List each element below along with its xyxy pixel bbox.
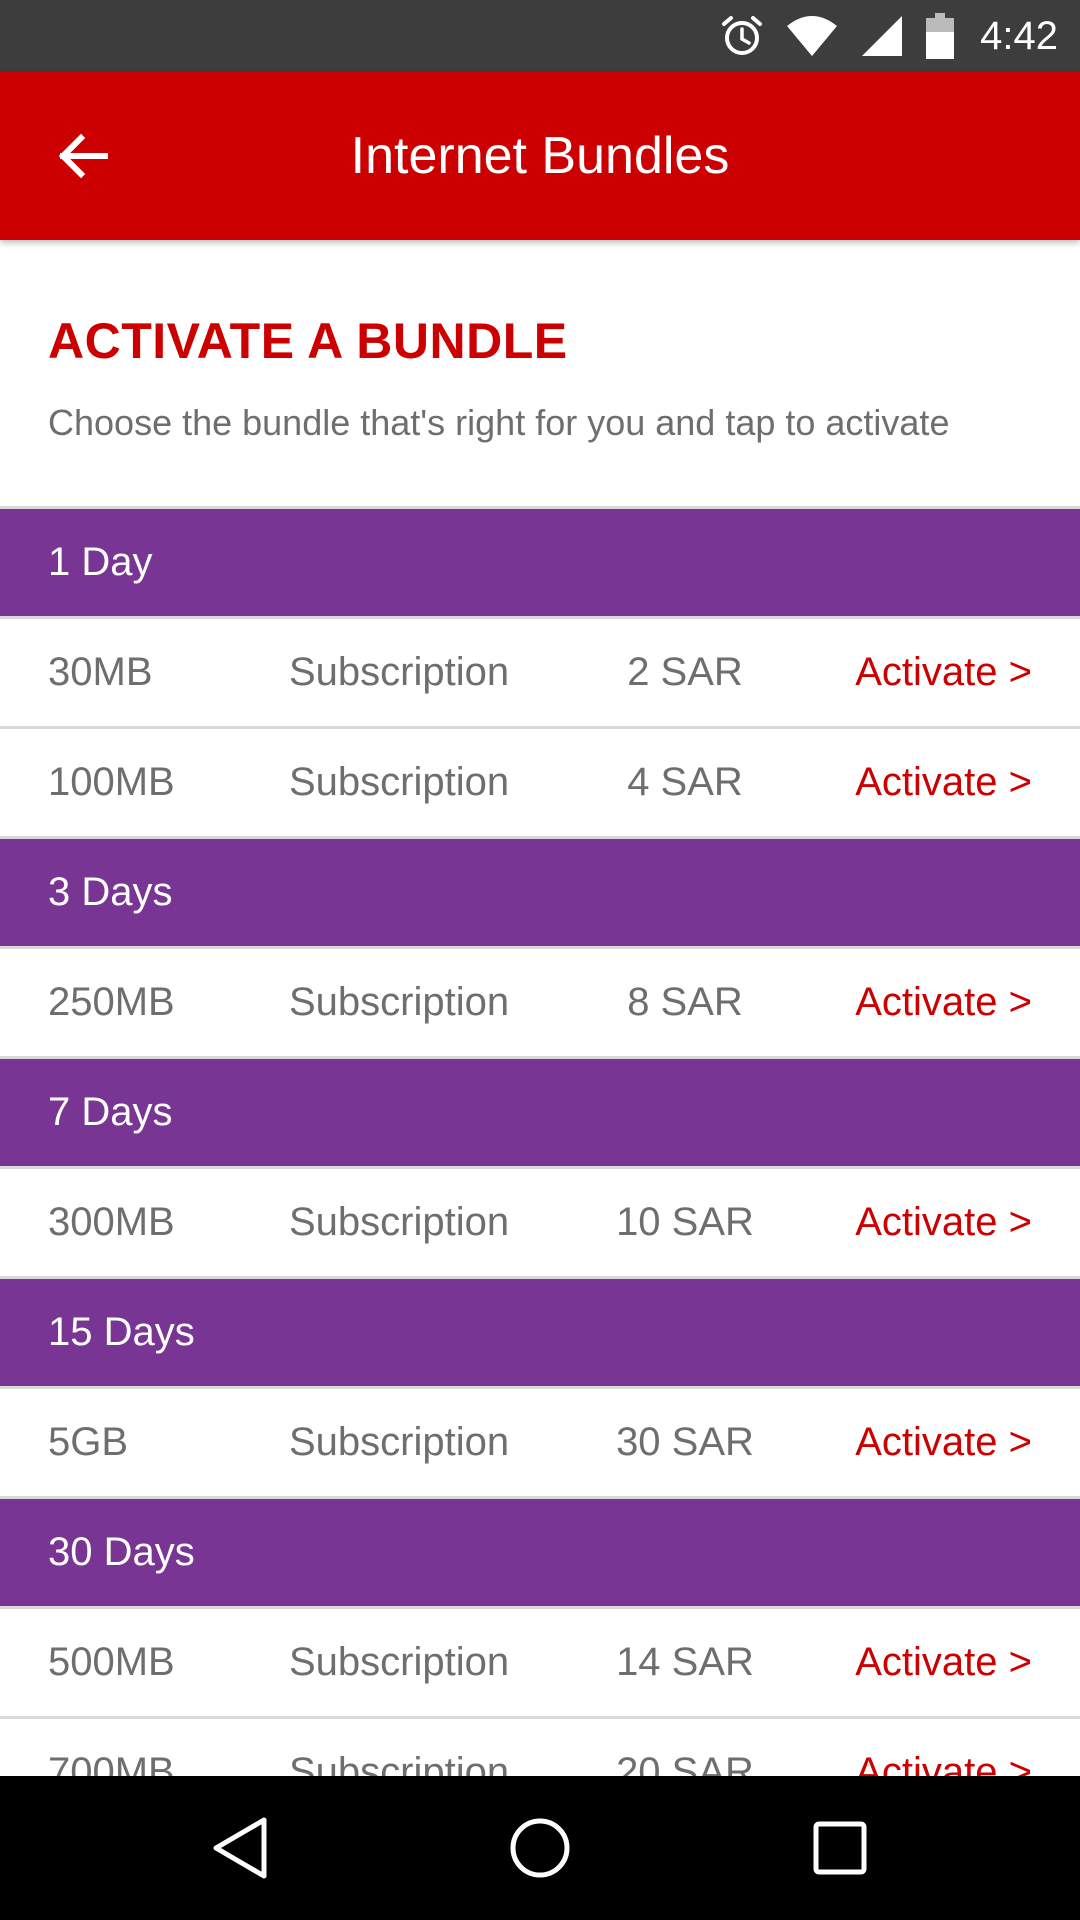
- battery-icon: [926, 13, 955, 59]
- group-header: 30 Days: [0, 1499, 1080, 1609]
- bundle-price: 14 SAR: [616, 1640, 754, 1684]
- bundle-size: 100MB: [48, 760, 175, 804]
- recents-square-icon: [813, 1821, 867, 1875]
- activate-link[interactable]: Activate >: [855, 1609, 1032, 1716]
- navigation-bar: [0, 1776, 1080, 1920]
- wifi-icon: [787, 16, 838, 56]
- section-subtitle: Choose the bundle that's right for you a…: [48, 402, 950, 443]
- bundle-row: 100MB Subscription 4 SAR Activate >: [0, 729, 1080, 839]
- page-title: Internet Bundles: [350, 127, 730, 185]
- activate-link[interactable]: Activate >: [855, 1719, 1032, 1779]
- bundle-type: Subscription: [289, 1420, 510, 1464]
- back-triangle-icon: [213, 1817, 267, 1879]
- bundle-size: 5GB: [48, 1420, 129, 1464]
- bundle-type: Subscription: [289, 1750, 510, 1779]
- group-header: 3 Days: [0, 839, 1080, 949]
- nav-recents-button[interactable]: [760, 1776, 920, 1920]
- bundle-size: 700MB: [48, 1750, 175, 1779]
- bundle-price: 2 SAR: [627, 650, 743, 694]
- group-header: 15 Days: [0, 1279, 1080, 1389]
- activate-link[interactable]: Activate >: [855, 619, 1032, 726]
- bundle-price: 10 SAR: [616, 1200, 754, 1244]
- bundle-list[interactable]: 1 Day 30MB Subscription 2 SAR Activate >100M…: [0, 506, 1080, 1779]
- bundle-price: 30 SAR: [616, 1420, 754, 1464]
- bundle-price: 4 SAR: [627, 760, 743, 804]
- bundle-row: 700MB Subscription 20 SAR Activate >: [0, 1719, 1080, 1779]
- app-bar: Internet Bundles: [0, 72, 1080, 240]
- activate-link[interactable]: Activate >: [855, 1389, 1032, 1496]
- bundle-price: 8 SAR: [627, 980, 743, 1024]
- bundle-type: Subscription: [289, 760, 510, 804]
- bundle-row: 500MB Subscription 14 SAR Activate >: [0, 1609, 1080, 1719]
- status-bar: 4:42: [0, 0, 1080, 72]
- group-header: 7 Days: [0, 1059, 1080, 1169]
- bundle-type: Subscription: [289, 1200, 510, 1244]
- bundle-size: 30MB: [48, 650, 153, 694]
- nav-home-button[interactable]: [460, 1776, 620, 1920]
- status-time: 4:42: [980, 13, 1058, 58]
- group-header: 1 Day: [0, 509, 1080, 619]
- alarm-icon: [722, 16, 763, 55]
- bundle-size: 500MB: [48, 1640, 175, 1684]
- intro-section: ACTIVATE A BUNDLE Choose the bundle that…: [0, 240, 1080, 506]
- bundle-row: 30MB Subscription 2 SAR Activate >: [0, 619, 1080, 729]
- bundle-size: 300MB: [48, 1200, 175, 1244]
- cell-signal-icon: [862, 16, 903, 56]
- activate-link[interactable]: Activate >: [855, 1169, 1032, 1276]
- bundle-row: 300MB Subscription 10 SAR Activate >: [0, 1169, 1080, 1279]
- bundle-row: 5GB Subscription 30 SAR Activate >: [0, 1389, 1080, 1499]
- bundle-size: 250MB: [48, 980, 175, 1024]
- bundle-price: 20 SAR: [616, 1750, 754, 1779]
- activate-link[interactable]: Activate >: [855, 949, 1032, 1056]
- activate-link[interactable]: Activate >: [855, 729, 1032, 836]
- bundle-type: Subscription: [289, 1640, 510, 1684]
- home-circle-icon: [510, 1818, 570, 1878]
- section-heading: ACTIVATE A BUNDLE: [48, 313, 568, 369]
- bundle-type: Subscription: [289, 650, 510, 694]
- bundle-type: Subscription: [289, 980, 510, 1024]
- bundle-row: 250MB Subscription 8 SAR Activate >: [0, 949, 1080, 1059]
- nav-back-button[interactable]: [160, 1776, 320, 1920]
